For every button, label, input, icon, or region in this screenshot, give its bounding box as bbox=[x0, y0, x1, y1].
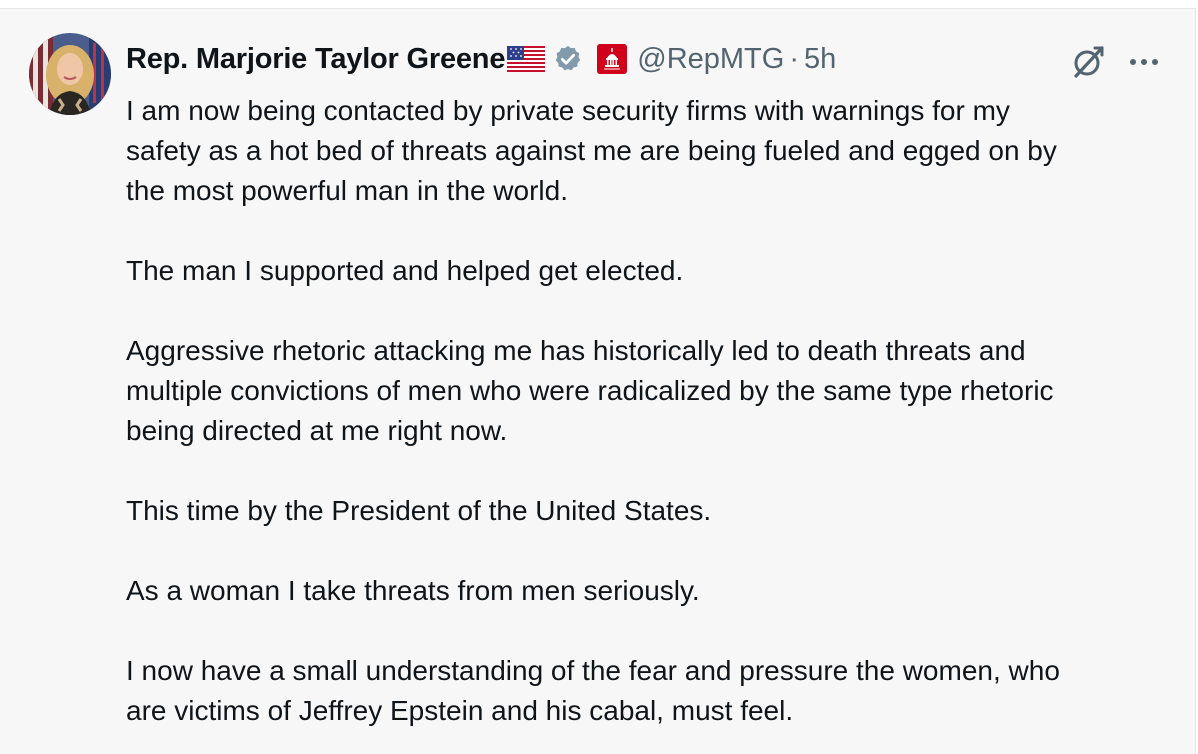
tweet-text-line: The man I supported and helped get elect… bbox=[126, 255, 684, 286]
tweet-header: Rep. Marjorie Taylor Greene @RepMTG · 5h bbox=[126, 39, 836, 79]
page: Rep. Marjorie Taylor Greene @RepMTG · 5h… bbox=[0, 0, 1198, 754]
tweet-text-line: safety as a hot bed of threats against m… bbox=[126, 135, 1057, 166]
tweet-text-line: being directed at me right now. bbox=[126, 415, 508, 446]
tweet-text-line: the most powerful man in the world. bbox=[126, 175, 568, 206]
us-capitol-affiliation-icon[interactable] bbox=[597, 44, 628, 74]
avatar[interactable] bbox=[29, 33, 111, 115]
tweet-text-line: multiple convictions of men who were rad… bbox=[126, 375, 1054, 406]
tweet-text-line: As a woman I take threats from men serio… bbox=[126, 575, 700, 606]
timestamp[interactable]: 5h bbox=[804, 43, 836, 76]
tweet-text: I am now being contacted by private secu… bbox=[126, 91, 1176, 731]
separator-dot: · bbox=[789, 42, 799, 75]
tweet-text-line: Aggressive rhetoric attacking me has his… bbox=[126, 335, 1026, 366]
handle[interactable]: @RepMTG bbox=[637, 43, 784, 76]
tweet-text-line: This time by the President of the United… bbox=[126, 495, 712, 526]
verified-badge-icon[interactable] bbox=[553, 44, 583, 74]
tweet-text-line: I am now being contacted by private secu… bbox=[126, 95, 1010, 126]
us-flag-icon bbox=[507, 46, 546, 72]
grok-icon[interactable] bbox=[1070, 42, 1108, 80]
display-name[interactable]: Rep. Marjorie Taylor Greene bbox=[126, 43, 505, 76]
tweet-card[interactable]: Rep. Marjorie Taylor Greene @RepMTG · 5h… bbox=[0, 8, 1196, 754]
tweet-text-line: I now have a small understanding of the … bbox=[126, 655, 1060, 686]
more-options-icon[interactable] bbox=[1124, 47, 1164, 77]
tweet-text-line: are victims of Jeffrey Epstein and his c… bbox=[126, 695, 794, 726]
